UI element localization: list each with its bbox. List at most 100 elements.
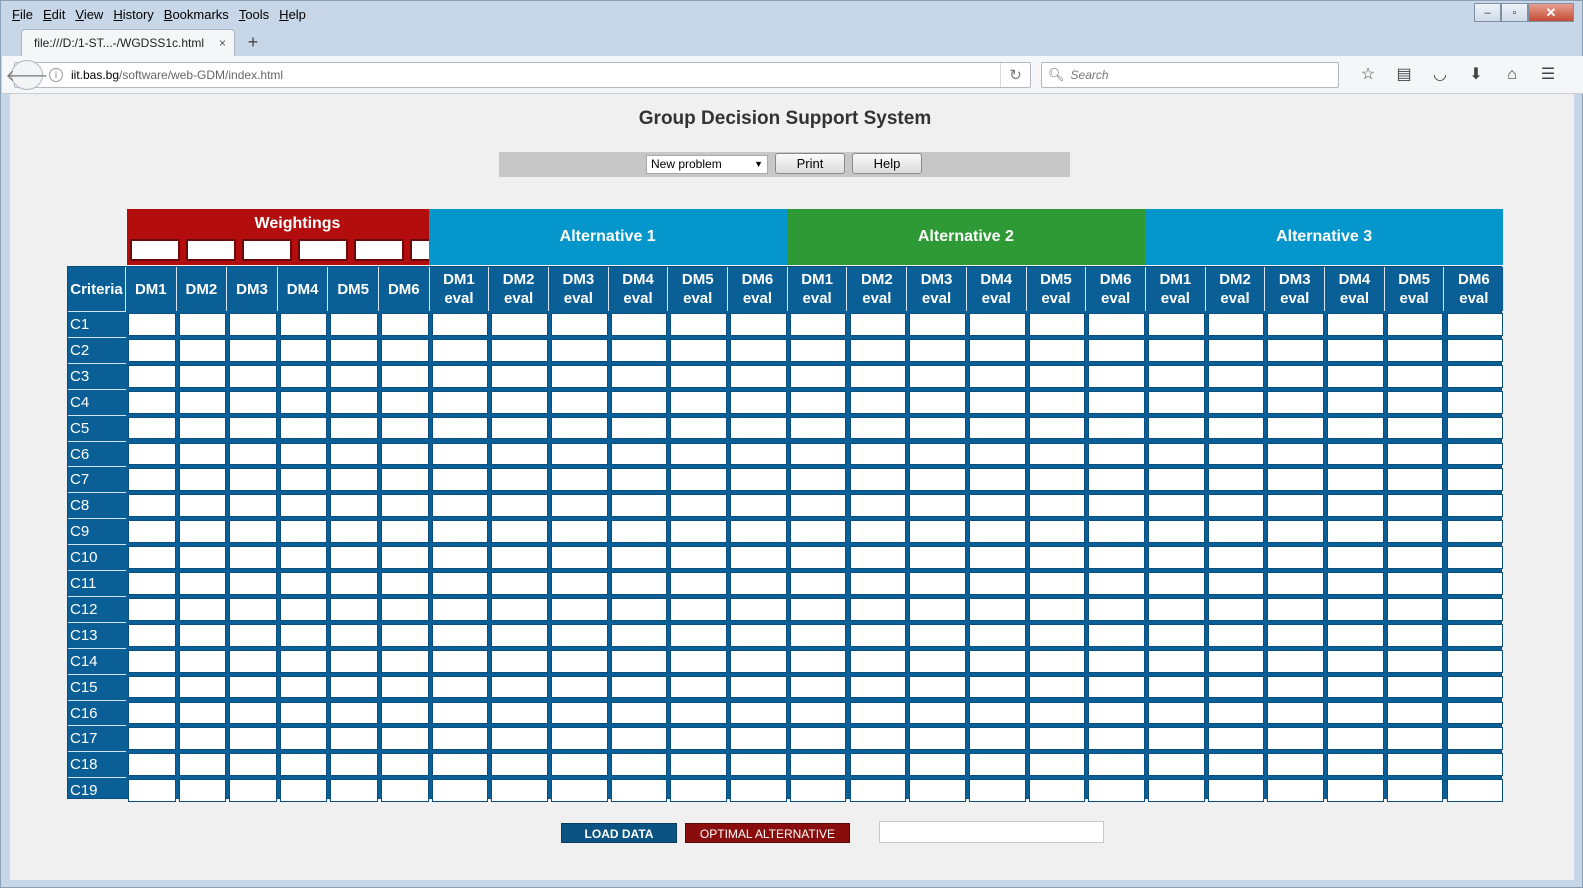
input-cell[interactable] <box>1207 468 1265 492</box>
input-cell[interactable] <box>381 701 429 725</box>
input-cell[interactable] <box>491 313 548 336</box>
input-cell[interactable] <box>1028 416 1086 440</box>
input-cell[interactable] <box>1088 442 1145 466</box>
input-cell[interactable] <box>1446 416 1504 440</box>
input-cell[interactable] <box>178 675 227 699</box>
input-cell[interactable] <box>1207 727 1265 751</box>
input-cell[interactable] <box>1207 364 1265 388</box>
input-cell[interactable] <box>610 494 668 518</box>
menu-help[interactable]: Help <box>274 7 311 22</box>
input-cell[interactable] <box>670 701 728 725</box>
weighting-input-dm5[interactable] <box>354 239 404 261</box>
input-cell[interactable] <box>128 494 176 518</box>
input-cell[interactable] <box>1207 416 1265 440</box>
input-cell[interactable] <box>849 468 907 492</box>
input-cell[interactable] <box>909 701 966 725</box>
input-cell[interactable] <box>229 701 277 725</box>
input-cell[interactable] <box>610 468 668 492</box>
input-cell[interactable] <box>1148 572 1205 595</box>
tab-close-icon[interactable]: × <box>219 36 226 50</box>
input-cell[interactable] <box>1386 649 1444 673</box>
input-cell[interactable] <box>330 597 378 621</box>
input-cell[interactable] <box>279 597 328 621</box>
minimize-button[interactable]: ‒ <box>1474 3 1501 22</box>
input-cell[interactable] <box>1267 753 1325 777</box>
input-cell[interactable] <box>849 675 907 699</box>
input-cell[interactable] <box>1446 390 1504 414</box>
input-cell[interactable] <box>128 572 176 595</box>
input-cell[interactable] <box>330 701 378 725</box>
input-cell[interactable] <box>431 520 489 544</box>
input-cell[interactable] <box>1028 597 1086 621</box>
input-cell[interactable] <box>491 364 548 388</box>
input-cell[interactable] <box>1386 753 1444 777</box>
input-cell[interactable] <box>330 727 378 751</box>
input-cell[interactable] <box>849 701 907 725</box>
input-cell[interactable] <box>1267 494 1325 518</box>
input-cell[interactable] <box>670 623 728 647</box>
input-cell[interactable] <box>730 494 787 518</box>
input-cell[interactable] <box>670 597 728 621</box>
input-cell[interactable] <box>330 675 378 699</box>
input-cell[interactable] <box>330 313 378 336</box>
input-cell[interactable] <box>670 779 728 803</box>
input-cell[interactable] <box>610 572 668 595</box>
input-cell[interactable] <box>909 779 966 803</box>
input-cell[interactable] <box>909 623 966 647</box>
input-cell[interactable] <box>381 390 429 414</box>
menu-view[interactable]: View <box>70 7 108 22</box>
input-cell[interactable] <box>178 649 227 673</box>
input-cell[interactable] <box>431 701 489 725</box>
input-cell[interactable] <box>968 546 1026 569</box>
input-cell[interactable] <box>1088 623 1145 647</box>
input-cell[interactable] <box>330 442 378 466</box>
input-cell[interactable] <box>610 416 668 440</box>
input-cell[interactable] <box>730 390 787 414</box>
input-cell[interactable] <box>431 623 489 647</box>
input-cell[interactable] <box>551 364 608 388</box>
input-cell[interactable] <box>1028 520 1086 544</box>
input-cell[interactable] <box>279 753 328 777</box>
weighting-input-dm1[interactable] <box>130 239 180 261</box>
input-cell[interactable] <box>178 572 227 595</box>
input-cell[interactable] <box>128 597 176 621</box>
input-cell[interactable] <box>1267 649 1325 673</box>
input-cell[interactable] <box>178 442 227 466</box>
input-cell[interactable] <box>1386 442 1444 466</box>
input-cell[interactable] <box>431 390 489 414</box>
input-cell[interactable] <box>789 468 847 492</box>
input-cell[interactable] <box>1028 623 1086 647</box>
input-cell[interactable] <box>610 364 668 388</box>
input-cell[interactable] <box>1028 494 1086 518</box>
input-cell[interactable] <box>1207 597 1265 621</box>
input-cell[interactable] <box>381 779 429 803</box>
input-cell[interactable] <box>128 727 176 751</box>
input-cell[interactable] <box>1446 597 1504 621</box>
input-cell[interactable] <box>610 597 668 621</box>
download-icon[interactable]: ⬇ <box>1458 65 1494 85</box>
input-cell[interactable] <box>909 364 966 388</box>
input-cell[interactable] <box>1207 649 1265 673</box>
input-cell[interactable] <box>1148 468 1205 492</box>
input-cell[interactable] <box>670 416 728 440</box>
input-cell[interactable] <box>1088 338 1145 362</box>
input-cell[interactable] <box>730 572 787 595</box>
input-cell[interactable] <box>178 338 227 362</box>
pocket-icon[interactable]: ◡ <box>1422 65 1458 85</box>
input-cell[interactable] <box>1327 468 1384 492</box>
input-cell[interactable] <box>491 701 548 725</box>
input-cell[interactable] <box>279 390 328 414</box>
input-cell[interactable] <box>178 779 227 803</box>
input-cell[interactable] <box>330 753 378 777</box>
input-cell[interactable] <box>551 546 608 569</box>
input-cell[interactable] <box>1267 727 1325 751</box>
input-cell[interactable] <box>1088 727 1145 751</box>
input-cell[interactable] <box>1148 546 1205 569</box>
input-cell[interactable] <box>551 727 608 751</box>
input-cell[interactable] <box>128 649 176 673</box>
input-cell[interactable] <box>229 727 277 751</box>
input-cell[interactable] <box>968 753 1026 777</box>
input-cell[interactable] <box>1148 338 1205 362</box>
input-cell[interactable] <box>1088 494 1145 518</box>
input-cell[interactable] <box>229 416 277 440</box>
